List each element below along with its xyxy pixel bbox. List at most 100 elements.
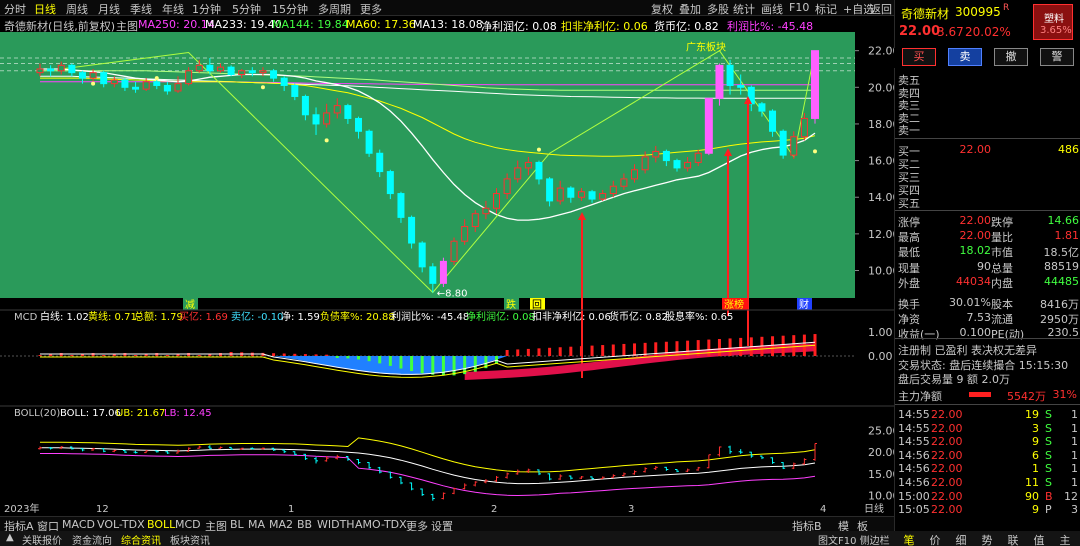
indicator-tab[interactable]: VOL-TDX [97, 518, 145, 531]
indicator-tab[interactable]: WIDTH [317, 518, 355, 531]
toolbar-btn-4[interactable]: 画线 [761, 1, 783, 17]
stock-code: 300995 [955, 5, 1001, 19]
tick-volume: 9 [1032, 503, 1039, 517]
period-6[interactable]: 1分钟 [192, 1, 221, 17]
candle [312, 114, 320, 125]
indicator-tab[interactable]: BL [230, 518, 244, 531]
macd-hist-bar [526, 348, 530, 356]
stat-label: 最高 [898, 231, 920, 245]
status-link[interactable]: 关联报价 [22, 532, 62, 546]
alert-button[interactable]: 警 [1040, 48, 1074, 66]
indicator-tab[interactable]: MCD [175, 518, 201, 531]
tick-row: 15:00 22.00 90 B 12 [895, 490, 1080, 503]
date-label: 2 [491, 504, 497, 515]
bid-row[interactable]: 买三 [895, 169, 1080, 184]
period-8[interactable]: 15分钟 [272, 1, 308, 17]
tick-row: 14:55 22.00 19 S 1 [895, 408, 1080, 421]
book-divider [895, 138, 1080, 139]
side-tab[interactable]: 势 [976, 532, 998, 546]
cancel-order-button[interactable]: 撤 [994, 48, 1028, 66]
period-10[interactable]: 更多 [360, 1, 382, 17]
sell-button[interactable]: 卖 [948, 48, 982, 66]
side-tab[interactable]: 笔 [898, 532, 920, 546]
tick-side: S [1045, 476, 1052, 489]
indicator-tab[interactable]: MACD [62, 518, 95, 531]
indicator-tab[interactable]: AMO-TDX [355, 518, 407, 531]
candle [100, 72, 108, 85]
side-tab[interactable]: 值 [1028, 532, 1050, 546]
macd-hist-bar [367, 356, 371, 362]
period-9[interactable]: 多周期 [318, 1, 351, 17]
macd-hist-bar [431, 356, 435, 375]
date-label: 12 [96, 504, 109, 515]
tick-price: 22.00 [931, 448, 963, 462]
buy-button[interactable]: 买 [902, 48, 936, 66]
period-0[interactable]: 分时 [4, 1, 26, 17]
candle [461, 226, 469, 242]
status-link[interactable]: 资金流向 [72, 532, 112, 546]
period-7[interactable]: 5分钟 [232, 1, 261, 17]
period-1[interactable]: 日线 [34, 1, 56, 17]
period-4[interactable]: 季线 [130, 1, 152, 17]
period-3[interactable]: 月线 [98, 1, 120, 17]
bid-row[interactable]: 买二 [895, 156, 1080, 171]
bid-row[interactable]: 买一 22.00 486 [895, 143, 1080, 158]
boll-tick: 15.00 [868, 468, 894, 481]
main-net-bar [969, 392, 991, 397]
candle [408, 216, 416, 244]
candle [121, 79, 129, 88]
tick-side: S [1045, 421, 1052, 435]
tick-volume: 6 [1032, 448, 1039, 462]
status-bar: ▲ 关联报价 资金流向 综合资讯 板块资讯 图文F10 侧边栏 [0, 531, 894, 546]
ask-row[interactable]: 卖二 [895, 110, 1080, 125]
toolbar-btn-6[interactable]: 标记 [815, 1, 837, 17]
toolbar-btn-5[interactable]: F10 [789, 1, 809, 14]
indicator-tab[interactable]: BOLL [147, 518, 175, 531]
event-marker[interactable]: 减 [185, 299, 195, 311]
status-link[interactable]: 综合资讯 [121, 532, 161, 546]
event-marker[interactable]: 涨榜 [724, 298, 744, 311]
chart-panel[interactable]: 22.0020.0018.0016.0014.0012.0010.00广东板块←… [0, 16, 894, 516]
event-marker[interactable]: 回 [532, 299, 542, 311]
tick-volume: 11 [1025, 476, 1039, 489]
sector-badge[interactable]: 塑料 3.65% [1033, 4, 1073, 40]
candle [248, 70, 256, 74]
macd-legend-item: 白线: 1.02 [40, 310, 89, 323]
tick-row: 14:56 22.00 11 S 1 [895, 476, 1080, 489]
boll-mid-line [40, 447, 816, 485]
toolbar-btn-0[interactable]: 复权 [651, 1, 673, 17]
status-link[interactable]: 板块资讯 [170, 532, 210, 546]
ask-row[interactable]: 卖四 [895, 85, 1080, 100]
candle [779, 130, 787, 156]
side-tab[interactable]: 联 [1002, 532, 1024, 546]
side-tab[interactable]: 细 [950, 532, 972, 546]
period-2[interactable]: 周线 [66, 1, 88, 17]
toolbar-btn-2[interactable]: 多股 [707, 1, 729, 17]
candle [726, 64, 734, 86]
event-marker[interactable]: 跌 [506, 298, 516, 311]
pivot-dot [154, 76, 159, 81]
toolbar-btn-3[interactable]: 统计 [733, 1, 755, 17]
side-tab[interactable]: 价 [924, 532, 946, 546]
price-tick: 20.00 [868, 81, 894, 94]
status-right-link[interactable]: 图文F10 侧边栏 [818, 532, 890, 546]
side-tab[interactable]: 主 [1054, 532, 1076, 546]
ask-row[interactable]: 卖五 [895, 72, 1080, 87]
status-arrow-icon[interactable]: ▲ [6, 532, 14, 543]
tick-count: 1 [1071, 448, 1078, 462]
boll-tick: 10.00 [868, 490, 894, 503]
period-5[interactable]: 年线 [162, 1, 184, 17]
ask-row[interactable]: 卖一 [895, 122, 1080, 137]
bid-row[interactable]: 买五 [895, 195, 1080, 210]
toolbar-btn-1[interactable]: 叠加 [679, 1, 701, 17]
macd-legend-item: 利润比%: -45.48 [391, 310, 469, 323]
toolbar-btn-8[interactable]: 返回 [870, 1, 892, 17]
bid-row[interactable]: 买四 [895, 182, 1080, 197]
event-marker[interactable]: 财 [799, 298, 809, 311]
indicator-tab[interactable]: BB [297, 518, 312, 531]
macd-hist-bar [792, 335, 796, 356]
indicator-tab[interactable]: MA2 [269, 518, 293, 531]
candle [259, 70, 267, 74]
ask-row[interactable]: 卖三 [895, 97, 1080, 112]
indicator-tab[interactable]: MA [248, 518, 265, 531]
